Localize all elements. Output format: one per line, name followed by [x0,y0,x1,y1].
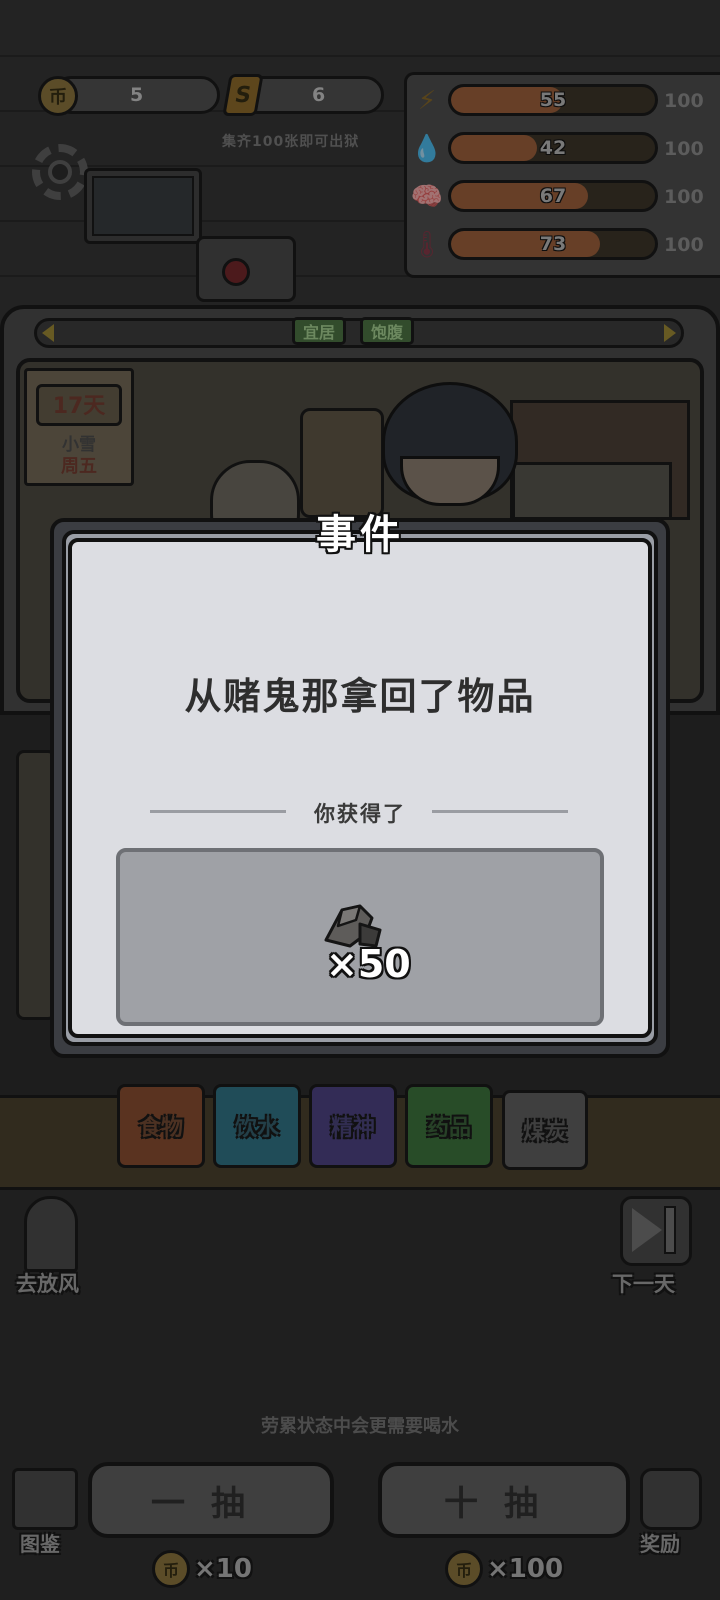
event-description: 从赌鬼那拿回了物品 [184,675,536,718]
reward-quantity: ×50 [326,942,411,986]
modal-title: 事件 [316,512,404,558]
gain-label: 你获得了 [314,802,406,826]
